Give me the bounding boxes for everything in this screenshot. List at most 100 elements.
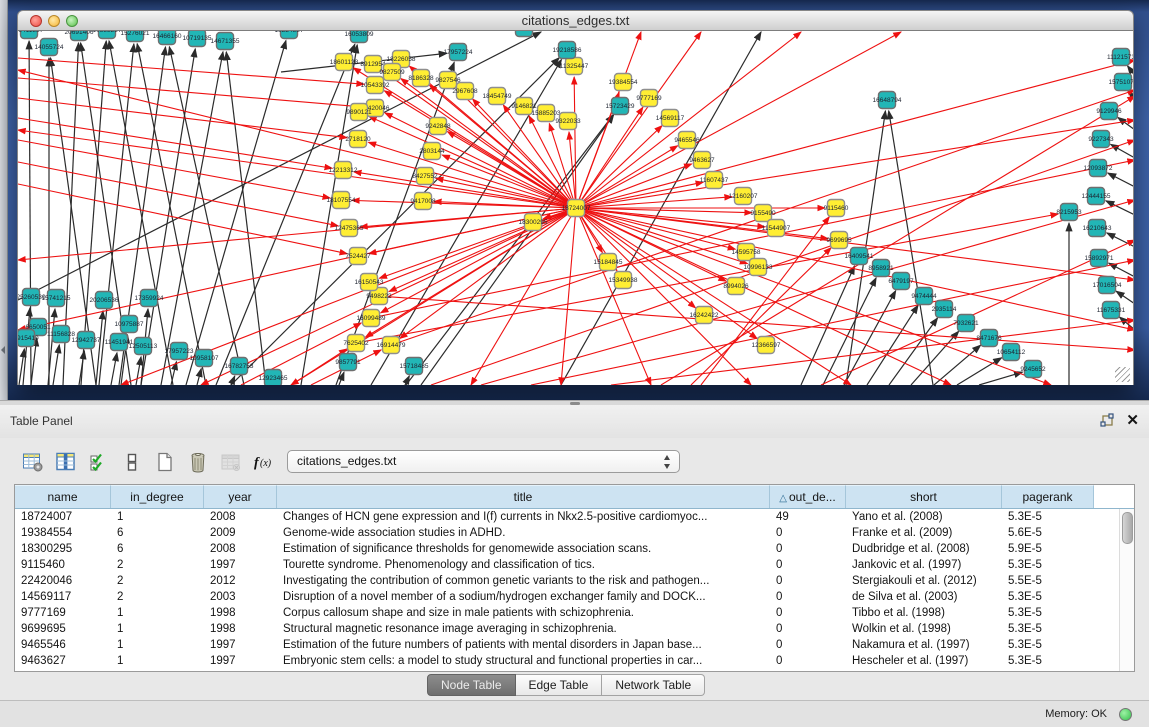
graph-node[interactable]: 15751074 [1109,74,1134,91]
window-resize-grip[interactable] [1115,367,1130,382]
tab-network-table[interactable]: Network Table [602,674,705,696]
float-panel-icon[interactable] [1099,413,1115,429]
column-header-in_degree[interactable]: in_degree [111,485,204,508]
table-row[interactable]: 946554611997Estimation of the future num… [15,637,1119,653]
citation-network-graph[interactable]: 1872400718601128891295418226058982750910… [18,31,1134,385]
column-header-name[interactable]: name [15,485,111,508]
tab-node-table[interactable]: Node Table [427,674,516,696]
graph-node[interactable]: 15723429 [606,98,635,115]
graph-node[interactable]: 12366597 [752,337,781,354]
graph-node[interactable]: 15349938 [609,272,638,289]
graph-node[interactable]: 15276021 [121,31,150,42]
compact-rows-button[interactable] [115,445,148,479]
table-row[interactable]: 977716911998Corpus callosum shape and si… [15,605,1119,621]
column-header-pagerank[interactable]: pagerank [1002,485,1094,508]
function-builder-button[interactable]: f(x) [247,445,280,479]
splitter-collapse-arrow-icon[interactable] [1,346,5,354]
graph-node[interactable]: 16466160 [153,31,182,45]
table-row[interactable]: 969969511998Structural magnetic resonanc… [15,621,1119,637]
network-canvas[interactable]: 1872400718601128891295418226058982750910… [17,31,1134,385]
graph-node[interactable]: 9857791 [335,354,361,371]
table-row[interactable]: 1456911722003Disruption of a novel membe… [15,589,1119,605]
table-row[interactable]: 911546021997Tourette syndrome. Phenomeno… [15,557,1119,573]
graph-node[interactable]: 9115460 [824,200,849,217]
left-panel-splitter[interactable] [0,0,8,400]
graph-node[interactable]: 18454749 [483,88,512,105]
graph-node[interactable]: 9322033 [555,113,581,130]
graph-node[interactable]: 11325447 [560,58,589,75]
graph-node[interactable]: 9245652 [1020,361,1046,378]
graph-node[interactable]: 18224337 [275,31,304,39]
graph-node[interactable]: 20206536 [90,292,119,309]
graph-node[interactable]: 10975887 [115,316,144,333]
graph-node[interactable]: 14055724 [35,39,64,56]
delete-table-button[interactable] [181,445,214,479]
graph-node[interactable]: 6479197 [888,273,914,290]
graph-node[interactable]: 9699695 [826,232,852,249]
graph-node[interactable]: 2803144 [419,143,445,160]
column-header-short[interactable]: short [846,485,1002,508]
graph-node[interactable]: 16210643 [1083,220,1112,237]
table-selector-dropdown[interactable]: citations_edges.txt [287,450,680,473]
graph-node[interactable]: 2718120 [345,131,371,148]
network-window-titlebar[interactable]: citations_edges.txt [17,10,1134,31]
graph-node[interactable]: 16648794 [873,92,902,109]
close-panel-icon[interactable]: ✕ [1126,411,1139,431]
graph-node[interactable]: 17016504 [1093,277,1122,294]
graph-node[interactable]: 11675331 [1097,302,1126,319]
graph-node[interactable]: 8215953 [1056,204,1082,221]
table-vertical-scrollbar[interactable] [1119,509,1134,671]
graph-node[interactable]: 11121573 [1107,49,1134,66]
column-header-out_de[interactable]: △out_de... [770,485,846,508]
cell-pagerank: 5.5E-5 [1002,573,1094,589]
graph-node[interactable]: 10719135 [183,31,212,47]
column-header-year[interactable]: year [204,485,277,508]
graph-node[interactable]: 12475365 [335,220,364,237]
graph-node[interactable]: 10958107 [190,350,219,367]
table-options-button[interactable] [16,445,49,479]
graph-node[interactable]: 8958921 [868,260,894,277]
graph-node[interactable]: 16409541 [845,248,874,265]
graph-node[interactable]: 17957224 [444,44,473,61]
graph-node[interactable]: 16242422 [690,307,719,324]
graph-node[interactable]: 14569117 [656,110,685,127]
graph-node[interactable]: 12160207 [729,188,758,205]
new-table-button[interactable] [148,445,181,479]
graph-node[interactable]: 9227343 [1088,131,1114,148]
graph-node[interactable]: 12213312 [329,162,358,179]
graph-node[interactable]: 9242848 [425,118,451,135]
graph-node[interactable]: 12923465 [259,370,288,386]
graph-node[interactable]: 15184845 [594,254,623,271]
graph-node[interactable]: 16053809 [345,31,374,43]
graph-node[interactable]: 20691406 [65,31,94,41]
row-selection-button[interactable] [82,445,115,479]
tab-edge-table[interactable]: Edge Table [516,674,603,696]
graph-node[interactable]: 12942737 [72,332,101,349]
table-row[interactable]: 1938455462009Genome-wide association stu… [15,525,1119,541]
graph-node[interactable]: 7932621 [953,315,979,332]
graph-node[interactable]: 16914479 [377,337,406,354]
column-header-title[interactable]: title [277,485,770,508]
graph-node[interactable]: 2935114 [932,301,957,318]
svg-text:15718485: 15718485 [400,363,429,370]
graph-node[interactable]: 19384554 [609,74,638,91]
import-table-button[interactable] [214,445,247,479]
graph-node[interactable]: 2967608 [452,83,478,100]
graph-node[interactable]: 9129946 [1096,103,1122,120]
graph-node[interactable]: 19218586 [553,42,582,59]
graph-node[interactable]: 10553257 [93,31,122,39]
table-row[interactable]: 1830029562008Estimation of significance … [15,541,1119,557]
table-row[interactable]: 1872400712008Changes of HCN gene express… [15,509,1119,525]
graph-node[interactable]: 14671355 [211,33,240,50]
column-visibility-button[interactable] [49,445,82,479]
graph-node[interactable]: 8994026 [723,278,749,295]
scrollbar-thumb[interactable] [1122,512,1133,544]
graph-node[interactable]: 16411387 [18,31,44,39]
table-row[interactable]: 2242004622012Investigating the contribut… [15,573,1119,589]
table-row[interactable]: 946362711997Embryonic stem cells: a mode… [15,653,1119,669]
graph-node[interactable]: 12444155 [1082,188,1111,205]
graph-node[interactable]: 8471676 [976,330,1002,347]
graph-node[interactable]: 9417008 [410,193,436,210]
graph-node[interactable]: 7625402 [343,335,369,352]
graph-node[interactable]: 9463627 [689,152,715,169]
